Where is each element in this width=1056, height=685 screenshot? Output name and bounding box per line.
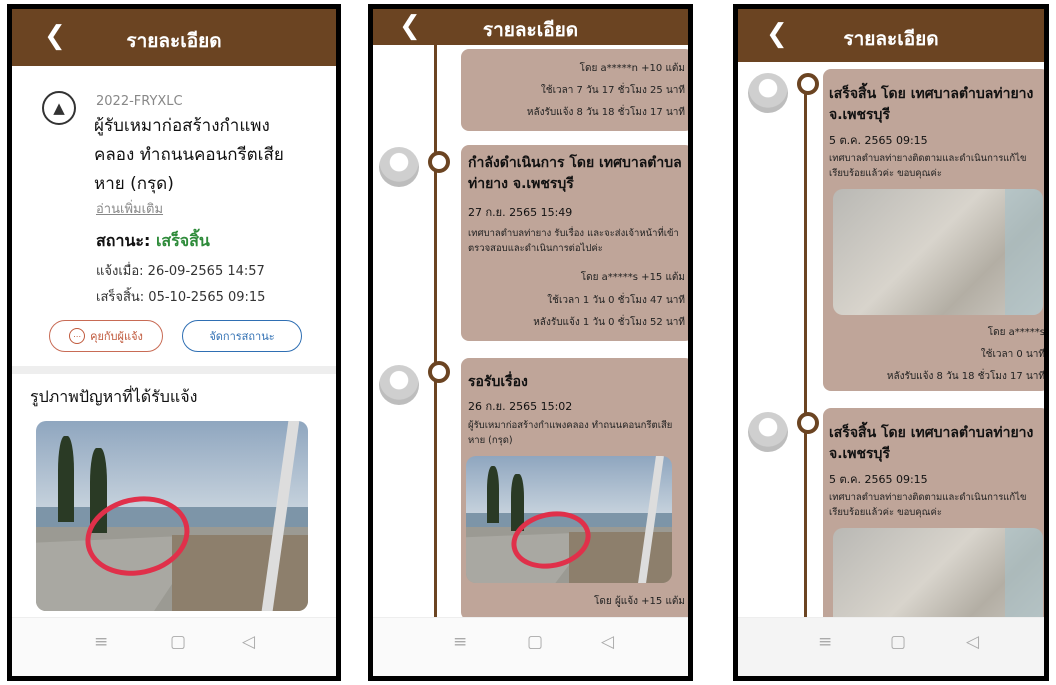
chat-button-label: คุยกับผู้แจ้ง (90, 330, 143, 343)
system-nav-bar: ≡ ▢ ◁ (373, 617, 688, 676)
manage-status-button[interactable]: จัดการสถานะ (182, 320, 302, 352)
timeline-card: โดย a*****n +10 แต้ม ใช้เวลา 7 วัน 17 ชั… (461, 49, 688, 131)
page-title: รายละเอียด (126, 30, 222, 52)
timeline-line (434, 45, 437, 625)
header-bar: ❮ รายละเอียด (373, 9, 688, 45)
screen-timeline: ❮ รายละเอียด โดย a*****n +10 แต้ม ใช้เวล… (368, 4, 693, 681)
menu-icon[interactable]: ≡ (453, 632, 467, 652)
card-after-report: หลังรับแจ้ง 8 วัน 18 ชั่วโมง 17 นาที (886, 371, 1045, 382)
read-more-link[interactable]: อ่านเพิ่มเติม (96, 198, 163, 219)
chat-bubble-icon: … (69, 328, 86, 344)
system-nav-bar: ≡ ▢ ◁ (12, 617, 336, 676)
avatar (748, 73, 788, 113)
header-bar: ❮ รายละเอียด (12, 9, 336, 66)
avatar (379, 147, 419, 187)
home-icon[interactable]: ▢ (890, 632, 906, 652)
card-by: โดย a*****s +15 แต้ม (580, 272, 685, 283)
card-text: เทศบาลตำบลท่ายาง รับเรื่อง และจะส่งเจ้าห… (468, 228, 679, 254)
card-by: โดย a*****n +10 แต้ม (579, 63, 685, 74)
card-date: 5 ต.ค. 2565 09:15 (829, 134, 928, 147)
card-by: โดย a*****s (987, 327, 1045, 338)
finished-at: เสร็จสิ้น: 05-10-2565 09:15 (96, 290, 266, 305)
status-value: เสร็จสิ้น (155, 231, 210, 250)
card-title: เสร็จสิ้น โดย เทศบาลตำบลท่ายาง จ.เพชรบุร… (829, 86, 1034, 123)
card-title: รอรับเรื่อง (468, 374, 528, 390)
card-after-report: หลังรับแจ้ง 8 วัน 18 ชั่วโมง 17 นาที (526, 107, 685, 118)
images-section-title: รูปภาพปัญหาที่ได้รับแจ้ง (30, 387, 198, 406)
home-icon[interactable]: ▢ (170, 632, 186, 652)
back-nav-icon[interactable]: ◁ (966, 632, 979, 652)
card-time-used: ใช้เวลา 1 วัน 0 ชั่วโมง 47 นาที (547, 295, 685, 306)
timeline-card: รอรับเรื่อง 26 ก.ย. 2565 15:02 ผู้รับเหม… (461, 358, 688, 620)
timeline-card: เสร็จสิ้น โดย เทศบาลตำบลท่ายาง จ.เพชรบุร… (823, 408, 1044, 640)
card-text: เทศบาลตำบลท่ายางติดตามและดำเนินการแก้ไขเ… (829, 153, 1027, 179)
timeline-card: เสร็จสิ้น โดย เทศบาลตำบลท่ายาง จ.เพชรบุร… (823, 69, 1045, 391)
home-icon[interactable]: ▢ (527, 632, 543, 652)
screen-timeline-completed: ❮ รายละเอียด เสร็จสิ้น โดย เทศบาลตำบลท่า… (733, 4, 1049, 681)
status-label: สถานะ: (96, 231, 151, 250)
report-title: ผู้รับเหมาก่อสร้างกำแพงคลอง ทำถนนคอนกรีต… (94, 116, 284, 194)
card-text: ผู้รับเหมาก่อสร้างกำแพงคลอง ทำถนนคอนกรีต… (468, 420, 673, 446)
system-nav-bar: ≡ ▢ ◁ (738, 617, 1044, 676)
problem-photo[interactable] (36, 421, 308, 611)
card-date: 5 ต.ค. 2565 09:15 (829, 473, 928, 486)
reported-at: แจ้งเมื่อ: 26-09-2565 14:57 (96, 264, 265, 279)
menu-icon[interactable]: ≡ (818, 632, 832, 652)
section-divider (12, 366, 336, 374)
card-date: 27 ก.ย. 2565 15:49 (468, 206, 573, 219)
road-category-icon: ▲ (42, 91, 76, 125)
back-nav-icon[interactable]: ◁ (601, 632, 614, 652)
screen-report-detail: ❮ รายละเอียด ▲ 2022-FRYXLC ผู้รับเหมาก่อ… (7, 4, 341, 681)
card-title: กำลังดำเนินการ โดย เทศบาลตำบลท่ายาง จ.เพ… (468, 155, 682, 192)
card-title: เสร็จสิ้น โดย เทศบาลตำบลท่ายาง จ.เพชรบุร… (829, 425, 1034, 462)
result-photo[interactable] (833, 189, 1043, 315)
page-title: รายละเอียด (482, 19, 579, 41)
timeline-dot (428, 361, 450, 383)
card-text: เทศบาลตำบลท่ายางติดตามและดำเนินการแก้ไขเ… (829, 492, 1027, 518)
card-time-used: ใช้เวลา 0 นาที (980, 349, 1045, 360)
manage-button-label: จัดการสถานะ (209, 330, 275, 343)
problem-photo[interactable] (466, 456, 672, 583)
avatar (748, 412, 788, 452)
card-by: โดย ผู้แจ้ง +15 แต้ม (594, 596, 685, 607)
card-date: 26 ก.ย. 2565 15:02 (468, 400, 573, 413)
timeline-line (804, 79, 807, 639)
card-time-used: ใช้เวลา 7 วัน 17 ชั่วโมง 25 นาที (540, 85, 685, 96)
timeline-card: กำลังดำเนินการ โดย เทศบาลตำบลท่ายาง จ.เพ… (461, 145, 688, 341)
timeline-dot (797, 412, 819, 434)
page-title: รายละเอียด (843, 28, 939, 50)
menu-icon[interactable]: ≡ (94, 632, 108, 652)
status-line: สถานะ: เสร็จสิ้น (96, 229, 210, 254)
avatar (379, 365, 419, 405)
header-bar: ❮ รายละเอียด (738, 9, 1044, 62)
report-code: 2022-FRYXLC (96, 94, 183, 109)
card-after-report: หลังรับแจ้ง 1 วัน 0 ชั่วโมง 52 นาที (533, 317, 685, 328)
chat-with-reporter-button[interactable]: … คุยกับผู้แจ้ง (49, 320, 163, 352)
timeline-dot (428, 151, 450, 173)
back-nav-icon[interactable]: ◁ (242, 632, 255, 652)
timeline-dot (797, 73, 819, 95)
